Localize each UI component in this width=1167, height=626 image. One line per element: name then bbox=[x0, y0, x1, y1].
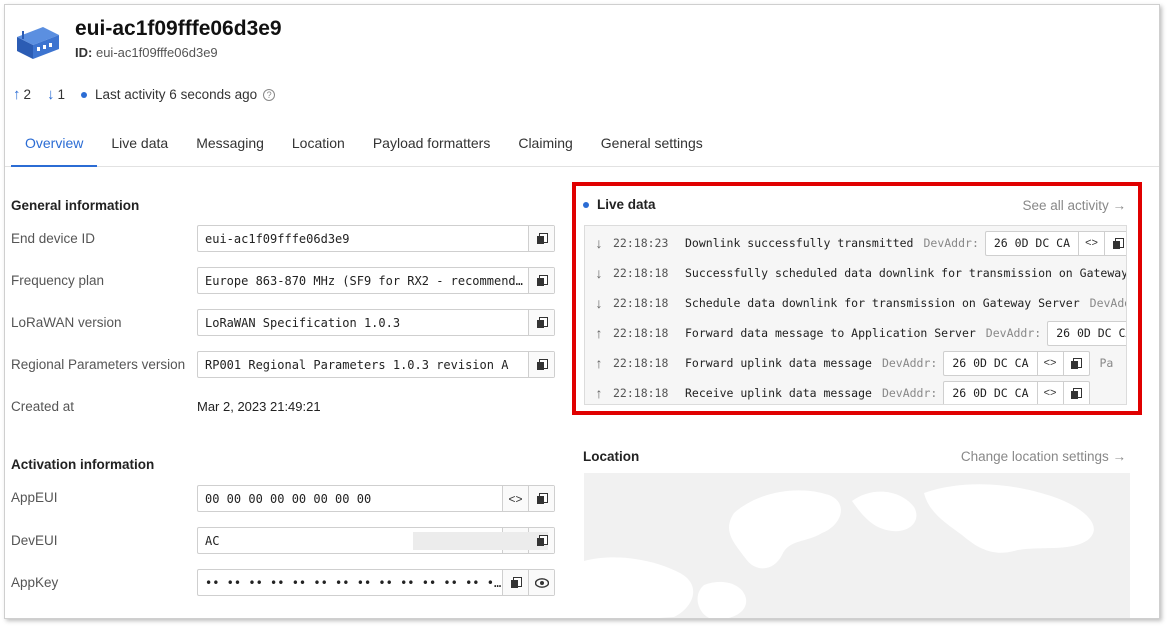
eye-icon[interactable] bbox=[528, 570, 554, 595]
tab-claiming[interactable]: Claiming bbox=[504, 123, 586, 167]
device-icon bbox=[17, 27, 59, 59]
tab-bar: Overview Live data Messaging Location Pa… bbox=[5, 123, 1159, 167]
uplink-arrow-icon: ↑ bbox=[13, 86, 21, 103]
uplink-count: 2 bbox=[23, 87, 32, 102]
activity-summary: ↑ 2 ↓ 1 Last activity 6 seconds ago ? bbox=[13, 86, 276, 103]
created-at-value: Mar 2, 2023 21:49:21 bbox=[197, 399, 321, 414]
app-eui-value[interactable]: 00 00 00 00 00 00 00 00 bbox=[198, 492, 502, 506]
tab-general-settings[interactable]: General settings bbox=[587, 123, 717, 167]
end-device-id-label: End device ID bbox=[11, 231, 96, 246]
dev-eui-field: AC <> bbox=[197, 527, 555, 554]
frequency-plan-field: Europe 863-870 MHz (SF9 for RX2 - recomm… bbox=[197, 267, 555, 294]
downlink-count: 1 bbox=[57, 87, 66, 102]
created-at-label: Created at bbox=[11, 399, 75, 414]
copy-icon[interactable] bbox=[528, 486, 554, 511]
app-eui-field: 00 00 00 00 00 00 00 00 <> bbox=[197, 485, 555, 512]
activity-dot-icon bbox=[81, 91, 88, 98]
regional-params-field: RP001 Regional Parameters 1.0.3 revision… bbox=[197, 351, 555, 378]
lorawan-version-field: LoRaWAN Specification 1.0.3 bbox=[197, 309, 555, 336]
general-info-title: General information bbox=[11, 198, 140, 213]
tab-overview[interactable]: Overview bbox=[11, 123, 98, 167]
regional-params-label: Regional Parameters version bbox=[11, 357, 186, 372]
device-overview-page: eui-ac1f09fffe06d3e9 ID: eui-ac1f09fffe0… bbox=[4, 4, 1160, 619]
device-title: eui-ac1f09fffe06d3e9 bbox=[75, 17, 282, 40]
highlight-box bbox=[572, 182, 1142, 415]
device-id-label: ID: bbox=[75, 45, 93, 60]
frequency-plan-label: Frequency plan bbox=[11, 273, 105, 288]
copy-icon[interactable] bbox=[528, 352, 554, 377]
end-device-id-field: eui-ac1f09fffe06d3e9 bbox=[197, 225, 555, 252]
code-toggle-icon[interactable]: <> bbox=[502, 486, 528, 511]
frequency-plan-value[interactable]: Europe 863-870 MHz (SF9 for RX2 - recomm… bbox=[198, 274, 528, 288]
location-map[interactable] bbox=[584, 473, 1130, 618]
regional-params-value[interactable]: RP001 Regional Parameters 1.0.3 revision… bbox=[198, 358, 528, 372]
help-icon[interactable]: ? bbox=[263, 88, 276, 101]
app-key-label: AppKey bbox=[11, 575, 59, 590]
tab-location[interactable]: Location bbox=[278, 123, 359, 167]
dev-eui-label: DevEUI bbox=[11, 533, 58, 548]
tab-live-data[interactable]: Live data bbox=[97, 123, 182, 167]
copy-icon[interactable] bbox=[528, 268, 554, 293]
redacted-mask bbox=[413, 532, 548, 550]
copy-icon[interactable] bbox=[502, 570, 528, 595]
location-title: Location bbox=[583, 449, 640, 464]
tab-payload-formatters[interactable]: Payload formatters bbox=[359, 123, 505, 167]
device-id: ID: eui-ac1f09fffe06d3e9 bbox=[75, 45, 218, 60]
downlink-arrow-icon: ↓ bbox=[47, 86, 55, 103]
end-device-id-value[interactable]: eui-ac1f09fffe06d3e9 bbox=[198, 232, 528, 246]
map-land-shapes bbox=[584, 484, 1094, 618]
activation-info-title: Activation information bbox=[11, 457, 155, 472]
tab-messaging[interactable]: Messaging bbox=[182, 123, 278, 167]
last-activity: Last activity 6 seconds ago bbox=[95, 87, 258, 102]
lorawan-version-label: LoRaWAN version bbox=[11, 315, 122, 330]
lorawan-version-value[interactable]: LoRaWAN Specification 1.0.3 bbox=[198, 316, 528, 330]
copy-icon[interactable] bbox=[528, 226, 554, 251]
app-key-field: •• •• •• •• •• •• •• •• •• •• •• •• •• •… bbox=[197, 569, 555, 596]
app-eui-label: AppEUI bbox=[11, 490, 58, 505]
app-key-value[interactable]: •• •• •• •• •• •• •• •• •• •• •• •• •• •… bbox=[198, 576, 502, 590]
device-id-value: eui-ac1f09fffe06d3e9 bbox=[95, 45, 218, 60]
change-location-link[interactable]: Change location settings → bbox=[961, 449, 1126, 464]
copy-icon[interactable] bbox=[528, 310, 554, 335]
